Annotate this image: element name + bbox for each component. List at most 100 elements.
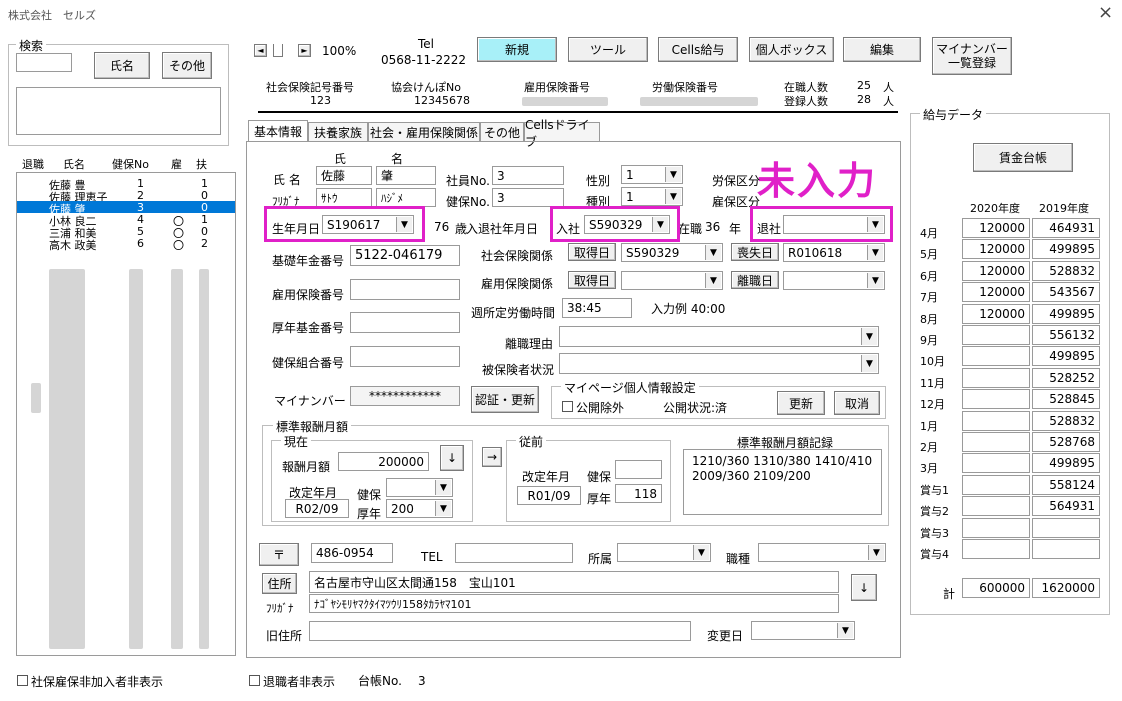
address-input[interactable]: 名古屋市守山区太間通158 宝山101 <box>309 571 839 593</box>
shaho-shutoku-button[interactable]: 取得日 <box>568 243 616 261</box>
hide-shaho-checkbox[interactable] <box>17 675 28 686</box>
shotei-input[interactable]: 38:45 <box>562 298 632 318</box>
rishoku-select[interactable]: ▼ <box>783 271 885 290</box>
next-page-button[interactable]: ► <box>298 44 311 57</box>
shokushu-select[interactable]: ▼ <box>758 543 886 562</box>
salary-cell-y2019[interactable]: 528845 <box>1032 389 1100 410</box>
list-item[interactable]: 佐藤 肇30 <box>17 201 235 216</box>
salary-cell-y2020[interactable] <box>962 410 1030 431</box>
search-input[interactable] <box>16 53 72 72</box>
new-button[interactable]: 新規 <box>477 37 557 62</box>
kenpo-grade-select[interactable]: ▼ <box>386 478 453 497</box>
henko-select[interactable]: ▼ <box>751 621 855 640</box>
hide-retired-checkbox[interactable] <box>249 675 260 686</box>
salary-cell-y2019[interactable]: 528832 <box>1032 410 1100 431</box>
tab-cells-drive[interactable]: Cellsドライブ <box>524 118 600 149</box>
old-address-input[interactable] <box>309 621 691 641</box>
list-item[interactable]: 三浦 和美 5 〇 0 <box>17 225 235 240</box>
mei-input[interactable]: 肇 <box>376 166 436 185</box>
employee-list[interactable]: 佐藤 豊 1 1 佐藤 理恵子 2 0 佐藤 肇 3 0 小林 良二 4 〇 1 三浦 和美 5 〇 0 高木 政… <box>16 172 236 656</box>
rishoku-button[interactable]: 離職日 <box>731 271 779 289</box>
salary-cell-y2020[interactable] <box>962 432 1030 452</box>
revision-input[interactable]: R02/09 <box>285 499 349 518</box>
shain-no-input[interactable]: 3 <box>492 166 564 185</box>
prev-page-button[interactable]: ◄ <box>254 44 267 57</box>
salary-cell-y2020[interactable]: 120000 <box>962 218 1030 238</box>
list-item[interactable]: 佐藤 豊11 <box>17 177 235 192</box>
koyo-no-input[interactable] <box>350 279 460 300</box>
cells-pay-button[interactable]: Cells給与 <box>658 37 738 62</box>
salary-cell-y2019[interactable]: 499895 <box>1032 303 1100 324</box>
salary-cell-y2019[interactable]: 528832 <box>1032 260 1100 281</box>
salary-cell-y2020[interactable] <box>962 346 1030 367</box>
salary-cell-y2020[interactable] <box>962 325 1030 345</box>
salary-cell-y2019[interactable]: 499895 <box>1032 453 1100 474</box>
mynumber-register-button[interactable]: マイナンバー 一覧登録 <box>932 37 1012 75</box>
salary-cell-y2019[interactable]: 564931 <box>1032 496 1100 517</box>
address-down-button[interactable]: ↓ <box>851 574 877 601</box>
prev-kounen-input[interactable]: 118 <box>615 484 662 503</box>
seibetsu-select[interactable]: 1 ▼ <box>621 165 683 184</box>
kounen-grade-select[interactable]: 200 ▼ <box>386 499 453 518</box>
salary-cell-y2019[interactable]: 556132 <box>1032 325 1100 345</box>
auth-update-button[interactable]: 認証・更新 <box>471 386 539 413</box>
salary-cell-y2020[interactable] <box>962 389 1030 410</box>
salary-cell-y2020[interactable] <box>962 539 1030 559</box>
tools-button[interactable]: ツール <box>568 37 648 62</box>
list-item[interactable]: 佐藤 理恵子 2 0 <box>17 189 235 204</box>
search-name-button[interactable]: 氏名 <box>94 52 150 79</box>
salary-cell-y2019[interactable]: 464931 <box>1032 218 1100 238</box>
tab-insurance[interactable]: 社会・雇用保険関係 <box>368 122 480 142</box>
record-box[interactable]: 1210/360 1310/380 1410/410 2009/360 2109… <box>683 449 882 515</box>
hihokensha-select[interactable]: ▼ <box>559 353 879 374</box>
mypage-cancel-button[interactable]: 取消 <box>834 391 880 415</box>
mynumber-input[interactable]: ************ <box>350 386 460 406</box>
salary-cell-y2020[interactable]: 120000 <box>962 239 1030 260</box>
salary-cell-y2020[interactable] <box>962 453 1030 474</box>
public-exclude-checkbox[interactable] <box>562 401 573 412</box>
sei-input[interactable]: 佐藤 <box>316 166 372 185</box>
close-icon[interactable]: × <box>1098 2 1113 23</box>
copy-right-button[interactable]: → <box>482 447 502 467</box>
salary-cell-y2019[interactable]: 543567 <box>1032 282 1100 303</box>
address-kana-input[interactable]: ﾅｺﾞﾔｼﾓﾘﾔﾏｸﾀｲﾏﾂｳﾘ158ﾀｶﾗﾔﾏ101 <box>309 594 839 613</box>
salary-cell-y2020[interactable]: 120000 <box>962 260 1030 281</box>
monthly-input[interactable]: 200000 <box>338 452 429 471</box>
soshitsu-button[interactable]: 喪失日 <box>731 243 779 261</box>
wage-ledger-button[interactable]: 賃金台帳 <box>973 143 1073 172</box>
mypage-update-button[interactable]: 更新 <box>777 391 825 415</box>
salary-cell-y2019[interactable] <box>1032 517 1100 538</box>
salary-cell-y2019[interactable]: 528768 <box>1032 432 1100 452</box>
rishoku-reason-select[interactable]: ▼ <box>559 326 879 347</box>
list-item[interactable]: 高木 政美 6 〇 2 <box>17 237 235 252</box>
tab-basic-info[interactable]: 基本情報 <box>248 120 308 142</box>
search-other-button[interactable]: その他 <box>162 52 212 79</box>
search-memo[interactable] <box>16 87 221 135</box>
kenpo-no-input[interactable]: 3 <box>492 188 564 207</box>
salary-cell-y2019[interactable]: 558124 <box>1032 474 1100 495</box>
sei-kana-input[interactable]: ｻﾄｳ <box>316 188 372 207</box>
tab-other[interactable]: その他 <box>480 122 524 142</box>
salary-cell-y2019[interactable]: 499895 <box>1032 346 1100 367</box>
salary-cell-y2020[interactable]: 120000 <box>962 303 1030 324</box>
shubetsu-select[interactable]: 1 ▼ <box>621 187 683 206</box>
salary-cell-y2020[interactable]: 120000 <box>962 282 1030 303</box>
kumiai-input[interactable] <box>350 346 460 367</box>
address-button[interactable]: 住所 <box>262 573 297 594</box>
monthly-down-button[interactable]: ↓ <box>440 445 464 471</box>
kiso-input[interactable]: 5122-046179 <box>350 245 460 266</box>
salary-cell-y2020[interactable] <box>962 517 1030 538</box>
koyo-shutoku-button[interactable]: 取得日 <box>568 271 616 289</box>
salary-cell-y2020[interactable] <box>962 474 1030 495</box>
mei-kana-input[interactable]: ﾊｼﾞﾒ <box>376 188 436 207</box>
list-item[interactable]: 小林 良二 4 〇 1 <box>17 213 235 228</box>
personal-box-button[interactable]: 個人ボックス <box>749 37 834 62</box>
zip-input[interactable]: 486-0954 <box>311 543 393 563</box>
tel-input[interactable] <box>455 543 573 563</box>
prev-kenpo-input[interactable] <box>615 460 662 479</box>
salary-cell-y2020[interactable] <box>962 496 1030 517</box>
zip-button[interactable]: 〒 <box>259 543 299 566</box>
salary-cell-y2019[interactable]: 528252 <box>1032 367 1100 388</box>
tab-dependents[interactable]: 扶養家族 <box>308 122 368 142</box>
koyo-shutoku-select[interactable]: ▼ <box>621 271 723 290</box>
